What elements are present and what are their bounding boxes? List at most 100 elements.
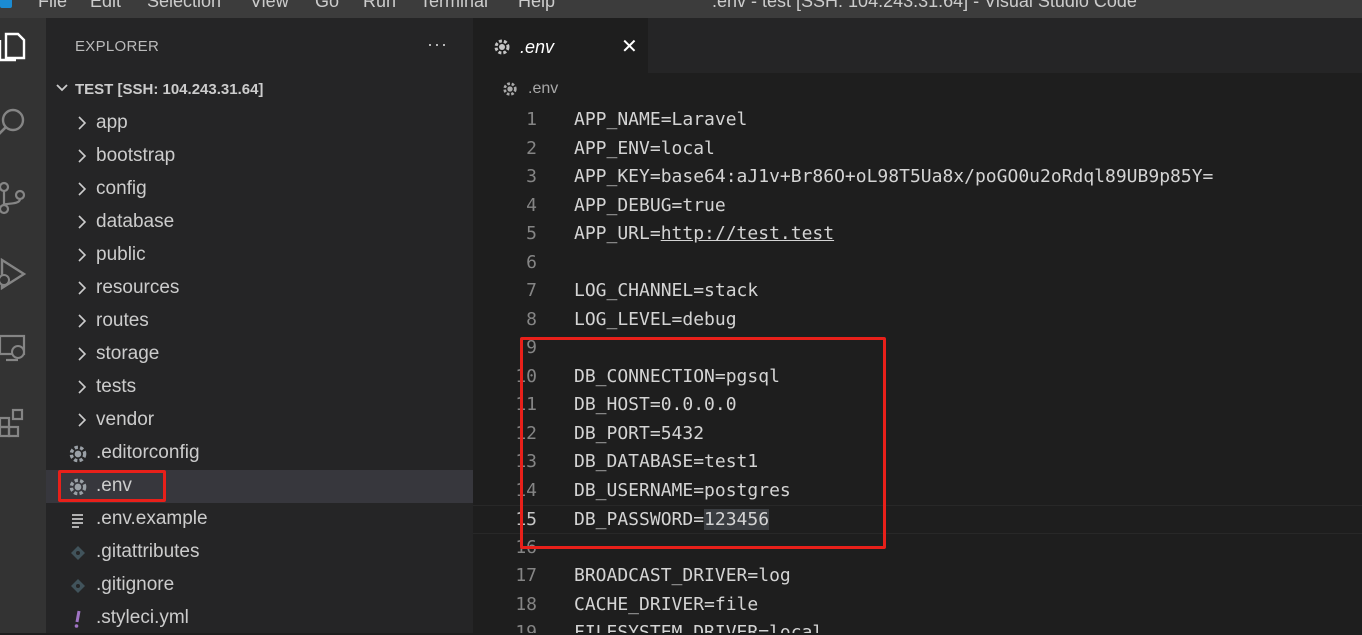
line-number: 7 [526,280,537,301]
tree-item-label: resources [96,277,180,298]
code-line[interactable]: 5 APP_URL=http://test.test [473,220,1362,249]
line-number: 5 [526,223,537,244]
tree-item-label: vendor [96,409,155,430]
source-control-icon[interactable] [0,175,46,221]
code-text[interactable]: APP_URL=http://test.test [574,223,834,244]
code-url-link[interactable]: http://test.test [661,223,834,244]
breadcrumb-file[interactable]: .env [528,80,558,98]
code-line[interactable]: 18 CACHE_DRIVER=file [473,591,1362,620]
close-icon[interactable]: ✕ [621,34,638,59]
code-text[interactable]: CACHE_DRIVER=file [574,594,758,615]
file-dot-gitattributes[interactable]: .gitattributes [46,536,473,569]
code-content: LOG_LEVEL=debug [574,308,737,330]
code-text[interactable]: FILESYSTEM_DRIVER=local [574,622,823,633]
folder-app[interactable]: app [46,107,473,140]
code-content: CACHE_DRIVER=file [574,593,759,615]
chevron-right-icon [78,347,87,361]
editor-tab-bar: .env ✕ [473,18,1362,73]
run-debug-icon[interactable] [0,250,46,296]
gear-icon [503,82,517,96]
file-dot-env-example[interactable]: .env.example [46,503,473,536]
tree-item-label: tests [96,376,137,397]
text-file-icon [72,514,83,528]
folder-public[interactable]: public [46,239,473,272]
chevron-right-icon [78,281,87,295]
folder-config[interactable]: config [46,173,473,206]
tree-item-label: routes [96,310,149,331]
line-number: 1 [526,109,537,130]
code-content: APP_URL= [574,223,661,244]
line-number: 4 [526,194,537,216]
menu-selection[interactable]: Selection [147,0,221,12]
menu-help[interactable]: Help [518,0,555,12]
line-number: 6 [526,251,537,273]
explorer-icon[interactable] [0,24,46,70]
line-number: 17 [515,565,537,586]
title-bar: File Edit Selection View Go Run Terminal… [0,0,1362,18]
tab-env[interactable]: .env ✕ [473,18,648,73]
code-line[interactable]: 3 APP_KEY=base64:aJ1v+Br86O+oL98T5Ua8x/po… [473,163,1362,192]
tree-item-label: .gitignore [96,574,175,595]
tree-item-label: bootstrap [96,145,176,166]
more-actions-icon[interactable]: ··· [427,34,448,55]
menu-file[interactable]: File [38,0,67,12]
code-line[interactable]: 8 LOG_LEVEL=debug [473,306,1362,335]
folder-database[interactable]: database [46,206,473,239]
menu-go[interactable]: Go [315,0,339,12]
menu-edit[interactable]: Edit [90,0,121,12]
folder-tests[interactable]: tests [46,371,473,404]
git-file-icon [71,579,85,593]
code-line[interactable]: 1 APP_NAME=Laravel [473,106,1362,135]
search-icon[interactable] [0,100,46,146]
file-dot-styleci-yml[interactable]: .styleci.yml [46,602,473,635]
tree-item-label: public [96,244,146,265]
folder-storage[interactable]: storage [46,338,473,371]
yaml-file-icon [74,610,81,628]
menu-terminal[interactable]: Terminal [420,0,488,12]
vscode-logo-icon [0,0,12,8]
chevron-right-icon [78,413,87,427]
folder-resources[interactable]: resources [46,272,473,305]
menu-view[interactable]: View [250,0,289,12]
code-line[interactable]: 19 FILESYSTEM_DRIVER=local [473,619,1362,633]
folder-bootstrap[interactable]: bootstrap [46,140,473,173]
chevron-right-icon [78,116,87,130]
code-text[interactable]: APP_DEBUG=true [574,195,726,216]
line-number: 8 [526,308,537,330]
extensions-icon[interactable] [0,400,46,446]
activity-bar [0,18,46,633]
code-line[interactable]: 7 LOG_CHANNEL=stack [473,277,1362,306]
folder-routes[interactable]: routes [46,305,473,338]
remote-explorer-icon[interactable] [0,326,46,372]
code-text[interactable]: BROADCAST_DRIVER=log [574,565,791,586]
chevron-right-icon [78,182,87,196]
code-text[interactable]: APP_KEY=base64:aJ1v+Br86O+oL98T5Ua8x/poG… [574,166,1213,187]
code-content: BROADCAST_DRIVER=log [574,565,791,586]
code-text[interactable]: APP_NAME=Laravel [574,109,747,130]
menu-run[interactable]: Run [363,0,396,12]
code-line[interactable]: 17 BROADCAST_DRIVER=log [473,562,1362,591]
code-line[interactable]: 6 [473,249,1362,278]
code-text[interactable]: LOG_CHANNEL=stack [574,280,758,301]
chevron-down-icon [56,84,68,92]
code-text[interactable]: LOG_LEVEL=debug [574,309,737,330]
tree-item-label: .styleci.yml [96,607,189,628]
code-content: APP_ENV=local [574,137,715,159]
chevron-right-icon [78,215,87,229]
workspace-root-folder[interactable]: TEST [SSH: 104.243.31.64] [46,78,473,102]
explorer-sidebar: EXPLORER ··· TEST [SSH: 104.243.31.64] a… [46,18,473,633]
line-number: 2 [526,137,537,159]
code-line[interactable]: 2 APP_ENV=local [473,135,1362,164]
folder-vendor[interactable]: vendor [46,404,473,437]
annotation-box-db-settings [520,337,886,549]
workspace-root-label: TEST [SSH: 104.243.31.64] [75,81,264,98]
annotation-box-env [58,470,166,502]
file-dot-gitignore[interactable]: .gitignore [46,569,473,602]
git-file-icon [71,546,85,560]
tab-label: .env [520,37,555,57]
tree-item-label: database [96,211,175,232]
code-text[interactable]: APP_ENV=local [574,138,715,159]
line-number: 3 [526,166,537,187]
file-dot-editorconfig[interactable]: .editorconfig [46,437,473,470]
code-line[interactable]: 4 APP_DEBUG=true [473,192,1362,221]
